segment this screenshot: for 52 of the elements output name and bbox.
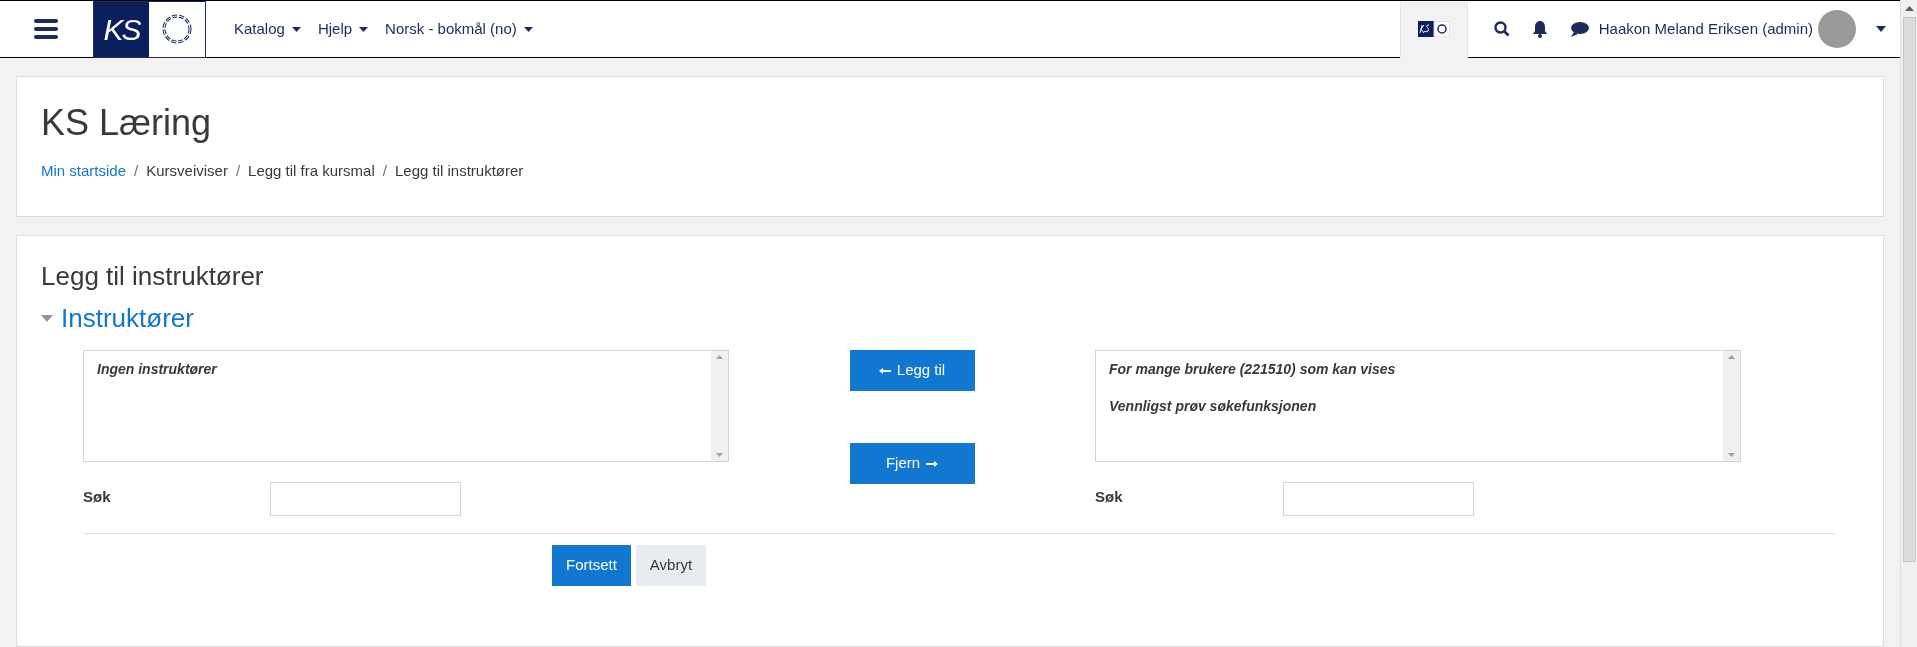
scrollbar[interactable] (711, 351, 728, 461)
caret-icon (291, 26, 301, 32)
cancel-button[interactable]: Avbryt (635, 545, 707, 586)
page-heading: Legg til instruktører (41, 260, 265, 292)
list-message: Vennligst prøv søkefunksjonen (1109, 397, 1318, 416)
breadcrumb-separator: / (382, 161, 387, 181)
search-field[interactable] (270, 482, 461, 516)
caret-icon (523, 26, 533, 32)
potential-users-listbox[interactable]: For mange brukere (221510) som kan vises Vennligst prøv søkefunksjonen (1095, 350, 1741, 462)
chain-ring-icon (160, 12, 194, 46)
chat-bubble-icon[interactable] (1569, 20, 1589, 38)
nav-menu[interactable]: Katalog (234, 17, 301, 41)
scrollbar[interactable] (1723, 351, 1740, 461)
scroll-up-icon[interactable] (1728, 355, 1735, 359)
current-instructors-listbox[interactable]: Ingen instruktører (83, 350, 729, 462)
continue-button[interactable]: Fortsett (552, 545, 631, 586)
arrow-left-icon (878, 367, 891, 374)
add-button[interactable]: Legg til (849, 350, 975, 391)
section-title[interactable]: Instruktører (61, 302, 194, 334)
scroll-up-icon[interactable] (1904, 6, 1914, 11)
remove-button[interactable]: Fjern (849, 443, 975, 484)
site-title: KS Læring (41, 101, 213, 145)
menu-icon[interactable] (34, 19, 58, 39)
site-logo[interactable]: KS (93, 0, 206, 58)
nav-menu[interactable]: Hjelp (317, 17, 369, 41)
list-message: For mange brukere (221510) som kan vises (1109, 360, 1397, 379)
breadcrumb-link[interactable]: Min startside (41, 160, 127, 183)
scroll-thumb[interactable] (1902, 17, 1916, 562)
scroll-up-icon[interactable] (716, 355, 723, 359)
breadcrumb-separator: / (134, 161, 139, 181)
breadcrumb-item: Legg til instruktører (394, 161, 524, 181)
breadcrumb-separator: / (235, 161, 241, 181)
search-label: Søk (83, 487, 112, 507)
arrow-right-icon (926, 460, 939, 467)
caret-icon (359, 26, 369, 32)
logo-switch-tile[interactable] (1399, 0, 1468, 58)
breadcrumb-item: Kursveiviser (146, 161, 228, 181)
search-field[interactable] (1283, 482, 1474, 516)
small-logo-icon (1417, 21, 1450, 37)
page-scrollbar[interactable] (1900, 0, 1917, 647)
scroll-down-icon[interactable] (1728, 453, 1735, 457)
scroll-down-icon[interactable] (716, 453, 723, 457)
breadcrumb-item: Legg til fra kursmal (248, 161, 375, 181)
user-name[interactable]: Haakon Meland Eriksen (admin) (1598, 17, 1813, 41)
avatar[interactable] (1818, 10, 1856, 48)
caret-icon[interactable] (1876, 26, 1886, 32)
nav-menu[interactable]: Norsk - bokmål (no) (385, 17, 533, 41)
list-message: Ingen instruktører (97, 360, 219, 379)
search-label: Søk (1095, 487, 1124, 507)
search-icon[interactable] (1493, 21, 1510, 37)
collapse-caret-icon[interactable] (41, 312, 53, 324)
bell-icon[interactable] (1531, 20, 1548, 38)
